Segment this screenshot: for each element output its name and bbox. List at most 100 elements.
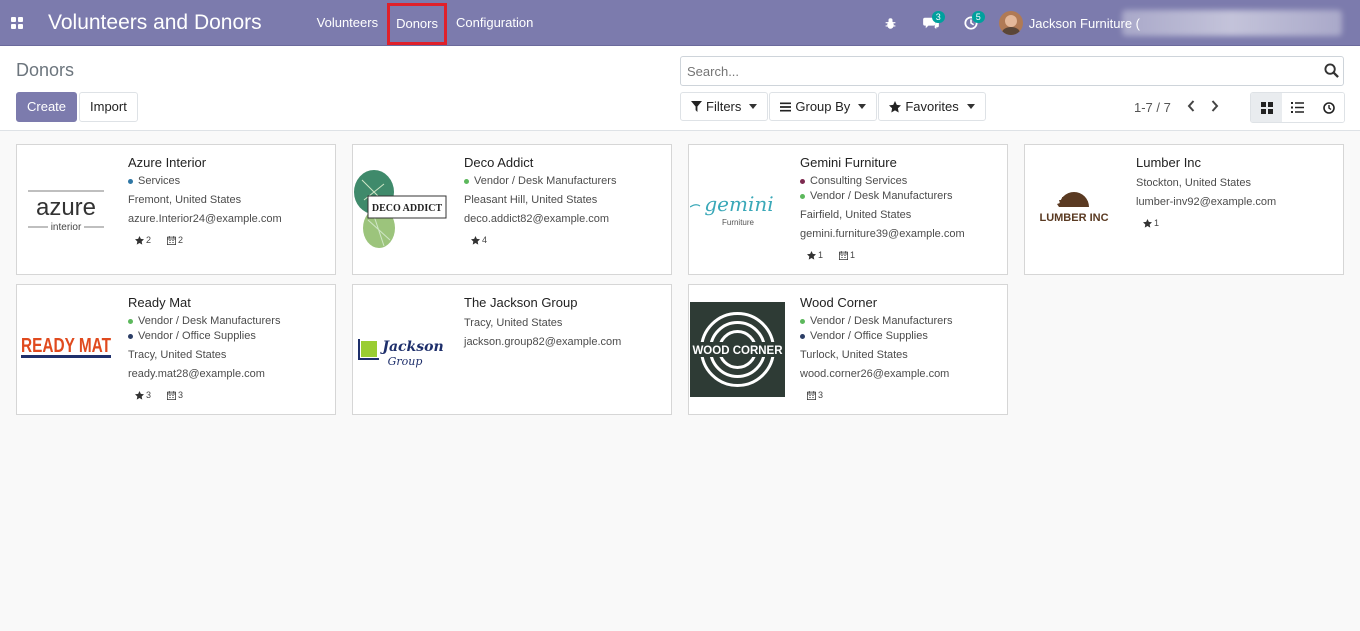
- kanban-view: azure interior Azure Interior Services F…: [16, 144, 1344, 415]
- card-name: Lumber Inc: [1136, 155, 1202, 170]
- avatar: [998, 11, 1023, 35]
- app-title: Volunteers and Donors: [48, 10, 262, 34]
- activities-clock-icon[interactable]: 5: [951, 0, 991, 46]
- tag: Vendor / Desk Manufacturers: [464, 174, 663, 189]
- logo-text-furniture: Furniture: [722, 218, 755, 227]
- card-stats: 1 1: [800, 250, 999, 260]
- star-icon: [889, 100, 902, 112]
- ready-mat-logo: READY MAT: [18, 286, 113, 413]
- logo-text-jackson: Jackson: [379, 339, 443, 355]
- kanban-card-azure-interior[interactable]: azure interior Azure Interior Services F…: [16, 144, 336, 275]
- stat-opportunities[interactable]: 1: [1143, 218, 1159, 228]
- bars-icon: [780, 102, 792, 111]
- calendar-icon: [167, 235, 177, 245]
- search-icon[interactable]: [1324, 63, 1339, 81]
- pager: 1-7 / 7: [1134, 99, 1219, 115]
- star-icon: [1143, 218, 1152, 228]
- logo-text-gemini: gemini: [704, 192, 773, 216]
- control-panel: Donors Create Import Filters Group By Fa…: [0, 46, 1360, 131]
- card-email: ready.mat28@example.com: [128, 368, 265, 380]
- card-name: Wood Corner: [800, 295, 878, 310]
- stat-meetings[interactable]: 3: [807, 390, 823, 400]
- gemini-furniture-logo: gemini Furniture: [690, 146, 785, 273]
- search-input[interactable]: [681, 57, 1301, 85]
- card-email: azure.Interior24@example.com: [128, 213, 282, 225]
- card-city: Pleasant Hill, United States: [464, 194, 598, 206]
- stat-meetings[interactable]: 2: [167, 235, 183, 245]
- stat-opportunities[interactable]: 2: [135, 235, 151, 245]
- card-city: Tracy, United States: [464, 317, 563, 329]
- filters-label: Filters: [706, 99, 742, 114]
- groupby-dropdown[interactable]: Group By: [769, 92, 878, 121]
- card-email: lumber-inv92@example.com: [1136, 196, 1277, 208]
- kanban-card-jackson-group[interactable]: Jackson Group The Jackson Group Tracy, U…: [352, 284, 672, 415]
- apps-menu-icon[interactable]: [0, 0, 32, 46]
- kanban-card-gemini-furniture[interactable]: gemini Furniture Gemini Furniture Consul…: [688, 144, 1008, 275]
- lumber-inc-logo: LUMBER INC: [1026, 146, 1121, 273]
- tag: Services: [128, 174, 327, 189]
- tag: Vendor / Desk Manufacturers: [128, 314, 327, 329]
- kanban-card-ready-mat[interactable]: READY MAT Ready Mat Vendor / Desk Manufa…: [16, 284, 336, 415]
- search-box: [680, 56, 1344, 86]
- star-icon: [135, 390, 144, 400]
- blurred-region: [1122, 10, 1342, 36]
- create-button[interactable]: Create: [16, 92, 78, 122]
- card-name: Azure Interior: [128, 155, 207, 170]
- activities-count-badge: 5: [971, 11, 985, 23]
- chevron-left-icon[interactable]: [1187, 99, 1195, 115]
- bug-icon[interactable]: [871, 0, 911, 46]
- import-button[interactable]: Import: [79, 92, 138, 122]
- groupby-label: Group By: [795, 99, 851, 114]
- logo-text-azure: azure: [35, 194, 95, 221]
- card-name: Gemini Furniture: [800, 155, 897, 170]
- logo-text-deco: DECO ADDICT: [372, 203, 443, 214]
- card-stats: 1: [1136, 218, 1335, 228]
- stat-meetings[interactable]: 1: [839, 250, 855, 260]
- logo-text-wood: WOOD CORNER: [692, 345, 783, 357]
- kanban-card-deco-addict[interactable]: DECO ADDICT Deco Addict Vendor / Desk Ma…: [352, 144, 672, 275]
- menu-configuration[interactable]: Configuration: [447, 0, 542, 46]
- card-name: Deco Addict: [464, 155, 534, 170]
- card-name: Ready Mat: [128, 295, 191, 310]
- logo-text-lumber: LUMBER INC: [1039, 212, 1108, 224]
- caret-down-icon: [966, 104, 975, 109]
- card-city: Fremont, United States: [128, 194, 242, 206]
- menu-donors[interactable]: Donors: [387, 2, 447, 45]
- stat-opportunities[interactable]: 3: [135, 390, 151, 400]
- card-city: Tracy, United States: [128, 349, 227, 361]
- card-email: deco.addict82@example.com: [464, 213, 610, 225]
- user-menu[interactable]: Jackson Furniture (: [998, 11, 1140, 35]
- caret-down-icon: [858, 104, 867, 109]
- stat-opportunities[interactable]: 4: [471, 235, 487, 245]
- star-icon: [135, 235, 144, 245]
- activity-view-clock-icon[interactable]: [1313, 93, 1344, 122]
- kanban-card-wood-corner[interactable]: WOOD CORNER Wood Corner Vendor / Desk Ma…: [688, 284, 1008, 415]
- filters-dropdown[interactable]: Filters: [680, 92, 769, 121]
- top-navbar: Volunteers and Donors Volunteers Donors …: [0, 0, 1360, 46]
- pager-value[interactable]: 1-7 / 7: [1134, 100, 1171, 115]
- caret-down-icon: [749, 104, 758, 109]
- azure-interior-logo: azure interior: [18, 146, 113, 273]
- calendar-icon: [807, 390, 816, 400]
- menu-volunteers[interactable]: Volunteers: [308, 0, 387, 46]
- stat-opportunities[interactable]: 1: [807, 250, 823, 260]
- favorites-dropdown[interactable]: Favorites: [878, 92, 986, 121]
- card-stats: 3: [800, 390, 999, 400]
- card-city: Turlock, United States: [800, 349, 908, 361]
- list-view-icon[interactable]: [1282, 93, 1313, 122]
- kanban-view-icon[interactable]: [1251, 93, 1282, 122]
- star-icon: [471, 235, 480, 245]
- stat-meetings[interactable]: 3: [167, 390, 183, 400]
- search-options: Filters Group By Favorites: [680, 92, 987, 121]
- tag: Consulting Services: [800, 174, 999, 189]
- systray: 3 5 Jackson Furniture (: [871, 0, 1360, 46]
- card-stats: 4: [464, 235, 663, 245]
- card-city: Fairfield, United States: [800, 209, 912, 221]
- card-email: wood.corner26@example.com: [800, 368, 950, 380]
- messages-icon[interactable]: 3: [911, 0, 951, 46]
- logo-text-interior: interior: [50, 222, 81, 233]
- kanban-card-lumber-inc[interactable]: LUMBER INC Lumber Inc Stockton, United S…: [1024, 144, 1344, 275]
- chevron-right-icon[interactable]: [1211, 99, 1219, 115]
- tag: Vendor / Desk Manufacturers: [800, 314, 999, 329]
- star-icon: [807, 250, 816, 260]
